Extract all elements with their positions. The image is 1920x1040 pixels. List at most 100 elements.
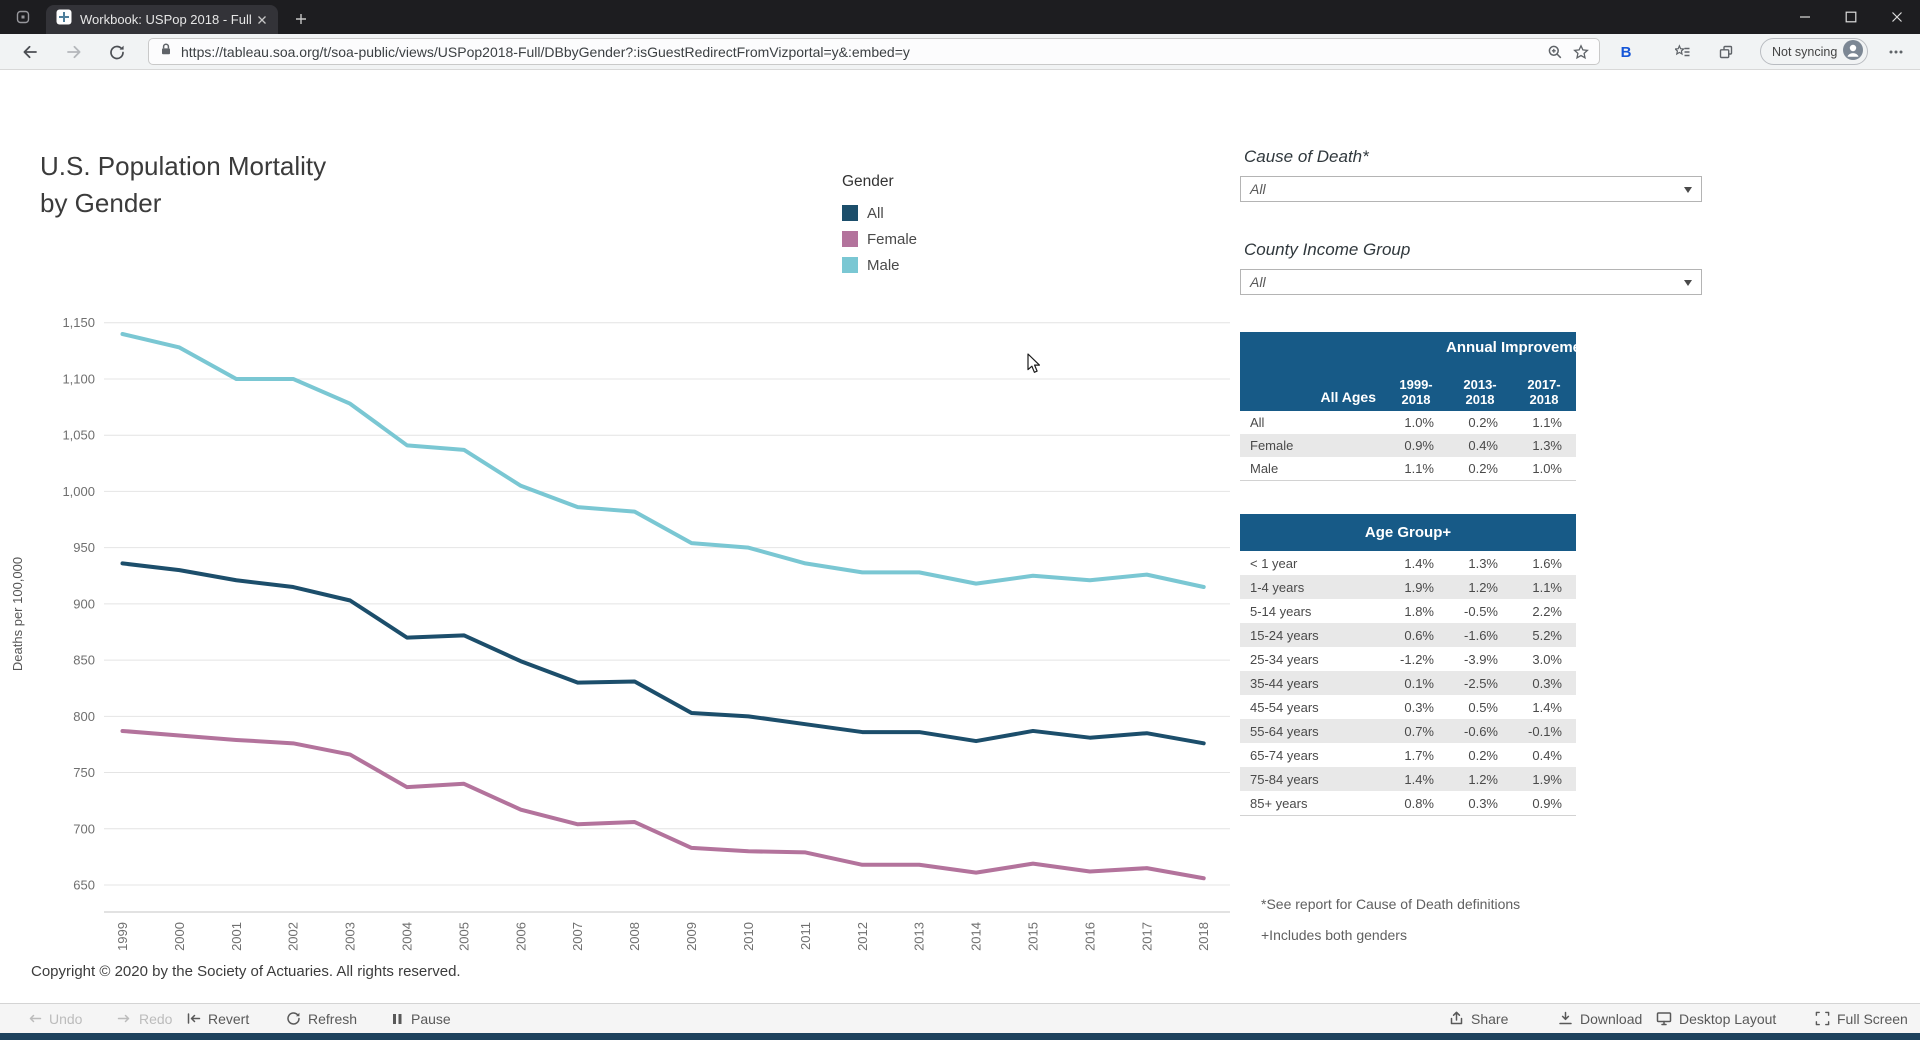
table-row[interactable]: Male 1.1% 0.2% 1.0% [1240, 457, 1576, 480]
svg-text:2010: 2010 [741, 922, 756, 951]
full-screen-button[interactable]: Full Screen [1815, 1004, 1908, 1033]
lock-icon[interactable] [159, 42, 173, 61]
refresh-button[interactable] [103, 38, 131, 66]
table-row[interactable]: < 1 year 1.4% 1.3% 1.6% [1240, 551, 1576, 575]
svg-text:2006: 2006 [513, 922, 528, 951]
tableau-favicon [56, 9, 72, 30]
table-row[interactable]: 85+ years 0.8% 0.3% 0.9% [1240, 791, 1576, 815]
table-row[interactable]: 35-44 years 0.1% -2.5% 0.3% [1240, 671, 1576, 695]
legend-item-male[interactable]: Male [842, 252, 917, 278]
mortality-line-chart[interactable]: 6507007508008509009501,0001,0501,1001,15… [0, 290, 1260, 970]
table-row[interactable]: 15-24 years 0.6% -1.6% 5.2% [1240, 623, 1576, 647]
extension-b-icon[interactable]: B [1615, 42, 1637, 62]
share-button[interactable]: Share [1449, 1004, 1508, 1033]
chevron-down-icon [1684, 280, 1692, 286]
gender-improvement-table: Annual Improvement All Ages 1999- 2018 2… [1240, 332, 1576, 481]
refresh-data-button[interactable]: Refresh [286, 1004, 357, 1033]
forward-button[interactable] [60, 38, 88, 66]
svg-text:750: 750 [73, 765, 95, 780]
mouse-cursor [1027, 353, 1043, 375]
chevron-down-icon [1684, 187, 1692, 193]
table-row[interactable]: 65-74 years 1.7% 0.2% 0.4% [1240, 743, 1576, 767]
svg-text:2014: 2014 [969, 922, 984, 951]
table-row[interactable]: 5-14 years 1.8% -0.5% 2.2% [1240, 599, 1576, 623]
table-row[interactable]: 55-64 years 0.7% -0.6% -0.1% [1240, 719, 1576, 743]
tab-close-icon[interactable] [254, 12, 270, 28]
svg-text:2013: 2013 [912, 922, 927, 951]
footnote-cause: *See report for Cause of Death definitio… [1261, 896, 1520, 912]
svg-text:2008: 2008 [627, 922, 642, 951]
profile-label: Not syncing [1772, 45, 1837, 59]
legend-title: Gender [842, 173, 917, 191]
profile-button[interactable]: Not syncing [1760, 38, 1868, 65]
copyright-text: Copyright © 2020 by the Society of Actua… [31, 963, 461, 980]
new-tab-button[interactable] [290, 8, 312, 30]
svg-text:Deaths per 100,000: Deaths per 100,000 [10, 557, 25, 671]
svg-text:950: 950 [73, 540, 95, 555]
close-button[interactable] [1874, 0, 1920, 34]
minimize-button[interactable] [1782, 0, 1828, 34]
svg-text:2017: 2017 [1139, 922, 1154, 951]
table-header: Annual Improvement All Ages 1999- 2018 2… [1240, 332, 1576, 411]
table-row[interactable]: Female 0.9% 0.4% 1.3% [1240, 434, 1576, 457]
annual-improvement-header: Annual Improvement [1446, 339, 1576, 356]
legend-item-female[interactable]: Female [842, 226, 917, 252]
pause-button[interactable]: Pause [390, 1004, 451, 1033]
svg-text:2011: 2011 [798, 922, 813, 950]
svg-text:1999: 1999 [115, 922, 130, 951]
zoom-icon[interactable] [1547, 44, 1563, 60]
footnote-genders: +Includes both genders [1261, 927, 1407, 943]
cause-of-death-label: Cause of Death* [1244, 147, 1369, 167]
svg-text:1,050: 1,050 [62, 428, 95, 443]
browser-tab[interactable]: Workbook: USPop 2018 - Full [46, 5, 278, 34]
undo-button[interactable]: Undo [27, 1004, 82, 1033]
browser-tab-strip: Workbook: USPop 2018 - Full [0, 0, 1920, 34]
maximize-button[interactable] [1828, 0, 1874, 34]
legend-item-all[interactable]: All [842, 200, 917, 226]
svg-text:2001: 2001 [229, 922, 244, 951]
revert-button[interactable]: Revert [186, 1004, 249, 1033]
collections-icon[interactable] [1712, 38, 1740, 66]
svg-text:2018: 2018 [1196, 922, 1211, 951]
back-button[interactable] [16, 38, 44, 66]
svg-text:1,150: 1,150 [62, 315, 95, 330]
address-bar[interactable]: https://tableau.soa.org/t/soa-public/vie… [148, 38, 1600, 65]
workspaces-icon[interactable] [16, 10, 30, 29]
age-group-table: Age Group+ < 1 year 1.4% 1.3% 1.6% 1-4 y… [1240, 514, 1576, 816]
legend-swatch [842, 231, 858, 247]
bottom-accent-bar [0, 1033, 1920, 1040]
svg-text:2015: 2015 [1025, 922, 1040, 951]
table-row[interactable]: 25-34 years -1.2% -3.9% 3.0% [1240, 647, 1576, 671]
table-row[interactable]: 45-54 years 0.3% 0.5% 1.4% [1240, 695, 1576, 719]
favorites-hub-icon[interactable] [1669, 38, 1697, 66]
download-button[interactable]: Download [1558, 1004, 1642, 1033]
svg-text:2009: 2009 [684, 922, 699, 951]
favorite-star-icon[interactable] [1573, 44, 1589, 60]
svg-text:2005: 2005 [456, 922, 471, 951]
redo-button[interactable]: Redo [117, 1004, 172, 1033]
svg-text:2012: 2012 [855, 922, 870, 951]
table-row[interactable]: 75-84 years 1.4% 1.2% 1.9% [1240, 767, 1576, 791]
svg-text:2004: 2004 [400, 922, 415, 951]
more-options-icon[interactable] [1884, 40, 1908, 64]
avatar [1843, 40, 1863, 63]
svg-text:2000: 2000 [172, 922, 187, 951]
table-row[interactable]: 1-4 years 1.9% 1.2% 1.1% [1240, 575, 1576, 599]
svg-text:900: 900 [73, 596, 95, 611]
svg-text:1,100: 1,100 [62, 371, 95, 386]
gender-legend: Gender All Female Male [842, 173, 917, 278]
age-group-header: Age Group+ [1240, 514, 1576, 551]
table-row[interactable]: All 1.0% 0.2% 1.1% [1240, 411, 1576, 434]
svg-text:2002: 2002 [286, 922, 301, 951]
legend-swatch [842, 257, 858, 273]
tableau-toolbar: Undo Redo Revert Refresh Pause Share Dow… [0, 1003, 1920, 1033]
svg-text:1,000: 1,000 [62, 484, 95, 499]
legend-swatch [842, 205, 858, 221]
svg-text:2016: 2016 [1082, 922, 1097, 951]
svg-text:700: 700 [73, 821, 95, 836]
browser-toolbar: https://tableau.soa.org/t/soa-public/vie… [0, 34, 1920, 70]
income-group-dropdown[interactable]: All [1240, 269, 1702, 295]
income-group-label: County Income Group [1244, 240, 1410, 260]
cause-of-death-dropdown[interactable]: All [1240, 176, 1702, 202]
desktop-layout-button[interactable]: Desktop Layout [1656, 1004, 1776, 1033]
